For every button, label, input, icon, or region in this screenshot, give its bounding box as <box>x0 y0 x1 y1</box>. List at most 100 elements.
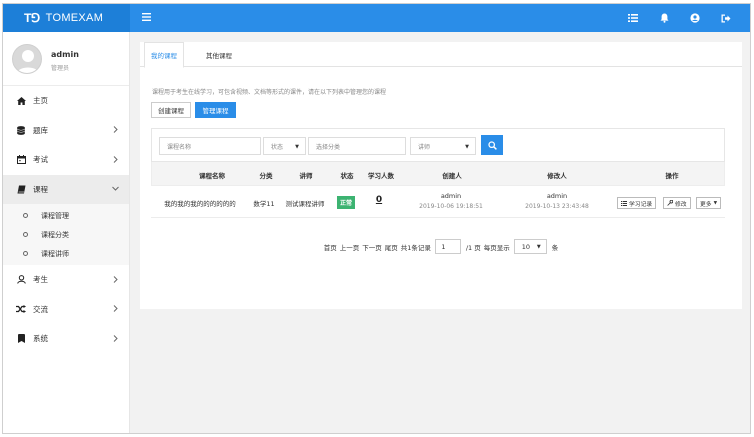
pagination: 首页 上一页 下一页 尾页 共1条记录 1 /1 页 每页显示 10 ▼ 条 <box>140 239 742 254</box>
tab-my-courses[interactable]: 我的课程 <box>144 42 184 68</box>
account-icon[interactable] <box>689 12 701 24</box>
sidebar-subitem-label: 课程讲师 <box>41 249 69 258</box>
sidebar-item-label: 交流 <box>33 304 48 314</box>
col-header-actions: 操作 <box>665 172 679 180</box>
course-panel: 我的课程 其他课程 课程用于考生在线学习，可包含视频、文档等形式的课件，请在以下… <box>140 42 742 309</box>
filter-bar: 课程名称 状态 ▼ 选择分类 讲师 ▼ <box>151 128 725 162</box>
learners-count-link[interactable]: 0 <box>376 195 382 205</box>
total-records: 共1条记录 <box>400 243 431 252</box>
learning-record-button[interactable]: 学习记录 <box>617 197 657 209</box>
chevron-right-icon <box>111 155 119 163</box>
category-select[interactable]: 选择分类 <box>308 137 406 155</box>
page-number-input[interactable]: 1 <box>435 239 462 254</box>
sidebar-item-label: 考试 <box>33 155 48 165</box>
sidebar-item-label: 系统 <box>33 334 48 344</box>
sidebar-item-communication[interactable]: 交流 <box>3 295 129 325</box>
user-panel: admin 管理员 <box>3 32 129 86</box>
list-icon[interactable] <box>627 12 639 24</box>
sidebar-item-question-bank[interactable]: 题库 <box>3 116 129 146</box>
course-submenu: 课程管理 课程分类 课程讲师 <box>3 204 129 265</box>
menu-toggle-icon[interactable] <box>140 11 152 23</box>
circle-bullet-icon <box>23 232 28 237</box>
bell-icon[interactable] <box>658 12 670 24</box>
manage-course-button[interactable]: 管理课程 <box>195 102 236 118</box>
more-dropdown-button[interactable]: 更多 ▼ <box>696 197 722 209</box>
chevron-right-icon <box>111 275 119 283</box>
brand[interactable]: T⅁ TOMEXAM <box>3 4 130 32</box>
user-name: admin <box>51 50 79 59</box>
modified-time-cell: 2019-10-13 23:43:48 <box>525 203 589 210</box>
teacher-cell: 测试课程讲师 <box>285 200 325 208</box>
create-course-button[interactable]: 创建课程 <box>151 102 191 118</box>
col-header-learners: 学习人数 <box>368 172 394 180</box>
sidebar-item-label: 课程 <box>33 184 48 194</box>
next-page-link[interactable]: 下一页 <box>362 242 382 252</box>
status-select-label: 状态 <box>271 143 284 151</box>
sidebar-subitem-course-teacher[interactable]: 课程讲师 <box>3 244 129 263</box>
circle-bullet-icon <box>23 251 28 256</box>
list-icon <box>621 200 627 206</box>
caret-down-icon: ▼ <box>536 244 541 250</box>
category-cell: 数学11 <box>253 200 275 208</box>
app-title: TOMEXAM <box>45 12 104 24</box>
chevron-down-icon <box>111 185 119 193</box>
user-role: 管理员 <box>51 65 70 72</box>
status-badge: 正常 <box>336 196 356 209</box>
sidebar-item-course[interactable]: 课程 <box>3 174 129 204</box>
search-button[interactable] <box>481 135 503 155</box>
top-bar: T⅁ TOMEXAM <box>3 4 750 32</box>
avatar[interactable] <box>12 44 42 74</box>
course-name-cell[interactable]: 我的我的我的的的的的的 <box>164 198 236 208</box>
first-page-link[interactable]: 首页 <box>324 242 337 252</box>
calendar-icon <box>16 155 26 165</box>
course-name-input[interactable]: 课程名称 <box>159 137 261 155</box>
book-icon <box>16 184 26 194</box>
teacher-select-label: 讲师 <box>418 143 431 151</box>
edit-button[interactable]: 修改 <box>663 197 691 209</box>
home-icon <box>16 96 26 106</box>
chevron-right-icon <box>111 334 119 342</box>
tab-bar: 我的课程 其他课程 <box>140 42 742 68</box>
wrench-icon <box>667 200 673 206</box>
tab-other-courses[interactable]: 其他课程 <box>200 42 238 67</box>
shuffle-icon <box>16 304 26 314</box>
page-description: 课程用于考生在线学习，可包含视频、文档等形式的课件，请在以下列表中管理您的课程 <box>152 89 387 96</box>
sidebar-item-system[interactable]: 系统 <box>3 324 129 354</box>
sidebar-item-home[interactable]: 主页 <box>3 86 129 116</box>
sidebar-item-exam[interactable]: 考试 <box>3 145 129 175</box>
circle-bullet-icon <box>23 213 28 218</box>
last-page-link[interactable]: 尾页 <box>385 242 398 252</box>
caret-down-icon: ▼ <box>713 200 718 206</box>
col-header-teacher: 讲师 <box>299 172 313 180</box>
sidebar: admin 管理员 主页 题库 考试 课程 课程管理 课程分类 课程讲师 考生 … <box>3 32 130 433</box>
app-window: T⅁ TOMEXAM admin 管理员 主页 题库 考试 课程 课程管理 课程… <box>2 3 751 434</box>
status-select[interactable]: 状态 ▼ <box>263 137 306 155</box>
col-header-status: 状态 <box>340 172 354 180</box>
prev-page-link[interactable]: 上一页 <box>340 242 360 252</box>
col-header-name: 课程名称 <box>199 172 225 180</box>
creator-cell: admin <box>440 192 462 200</box>
sidebar-item-examinee[interactable]: 考生 <box>3 265 129 295</box>
sidebar-subitem-label: 课程管理 <box>41 211 69 220</box>
logout-icon[interactable] <box>720 12 732 24</box>
created-time-cell: 2019-10-06 19:18:51 <box>419 203 483 210</box>
page-total: /1 页 <box>465 243 481 252</box>
teacher-select[interactable]: 讲师 ▼ <box>410 137 476 155</box>
col-header-modifier: 修改人 <box>547 172 567 180</box>
sidebar-subitem-course-category[interactable]: 课程分类 <box>3 225 129 244</box>
modifier-cell: admin <box>546 192 568 200</box>
sidebar-item-label: 题库 <box>33 125 48 135</box>
chevron-right-icon <box>111 305 119 313</box>
sidebar-item-label: 考生 <box>33 275 48 285</box>
per-page-select[interactable]: 10 ▼ <box>514 239 548 254</box>
col-header-creator: 创建人 <box>442 172 462 180</box>
learning-record-label: 学习记录 <box>629 201 653 208</box>
per-page-value: 10 <box>521 242 531 251</box>
edit-label: 修改 <box>675 201 687 208</box>
sidebar-subitem-label: 课程分类 <box>41 230 69 239</box>
sidebar-subitem-course-manage[interactable]: 课程管理 <box>3 206 129 225</box>
search-icon <box>487 140 497 150</box>
per-page-unit: 条 <box>551 243 559 252</box>
caret-down-icon: ▼ <box>465 144 469 150</box>
per-page-label: 每页显示 <box>483 243 510 252</box>
